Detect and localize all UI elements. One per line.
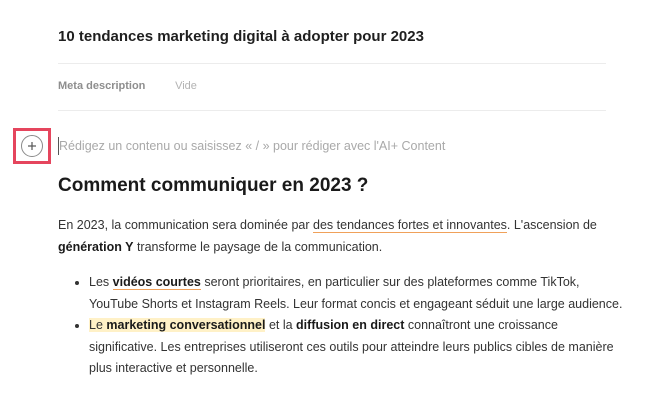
underlined-phrase[interactable]: des tendances fortes et innovantes	[313, 218, 507, 233]
editor-placeholder[interactable]: Rédigez un contenu ou saisissez « / » po…	[59, 139, 445, 153]
list-item[interactable]: Les vidéos courtes seront prioritaires, …	[89, 272, 629, 315]
underlined-bold-phrase[interactable]: vidéos courtes	[112, 275, 201, 290]
list-item-text: Les	[89, 275, 113, 289]
add-block-circle[interactable]	[21, 135, 43, 157]
document-title[interactable]: 10 tendances marketing digital à adopter…	[58, 28, 424, 45]
highlighted-text: Le	[89, 318, 107, 332]
paragraph[interactable]: En 2023, la communication sera dominée p…	[58, 214, 618, 258]
meta-description-label: Meta description	[58, 80, 146, 92]
paragraph-text: . L'ascension de	[506, 218, 597, 232]
add-block-button[interactable]	[13, 128, 51, 164]
list-item[interactable]: Le marketing conversationnel et la diffu…	[89, 315, 629, 380]
bold-phrase: génération Y	[58, 240, 134, 254]
bullet-list: Les vidéos courtes seront prioritaires, …	[58, 272, 629, 380]
editor-page: 10 tendances marketing digital à adopter…	[0, 0, 670, 407]
meta-description-value[interactable]: Vide	[175, 80, 197, 92]
paragraph-text: transforme le paysage de la communicatio…	[133, 240, 383, 254]
plus-icon	[28, 142, 36, 150]
section-heading[interactable]: Comment communiquer en 2023 ?	[58, 175, 368, 197]
highlighted-bold-phrase[interactable]: marketing conversationnel	[106, 318, 266, 332]
meta-description-row[interactable]: Meta description Vide	[58, 80, 197, 92]
paragraph-text: En 2023, la communication sera dominée p…	[58, 218, 314, 232]
divider	[58, 110, 606, 111]
divider	[58, 63, 606, 64]
bold-phrase: diffusion en direct	[296, 318, 405, 332]
list-item-text: et la	[265, 318, 297, 332]
